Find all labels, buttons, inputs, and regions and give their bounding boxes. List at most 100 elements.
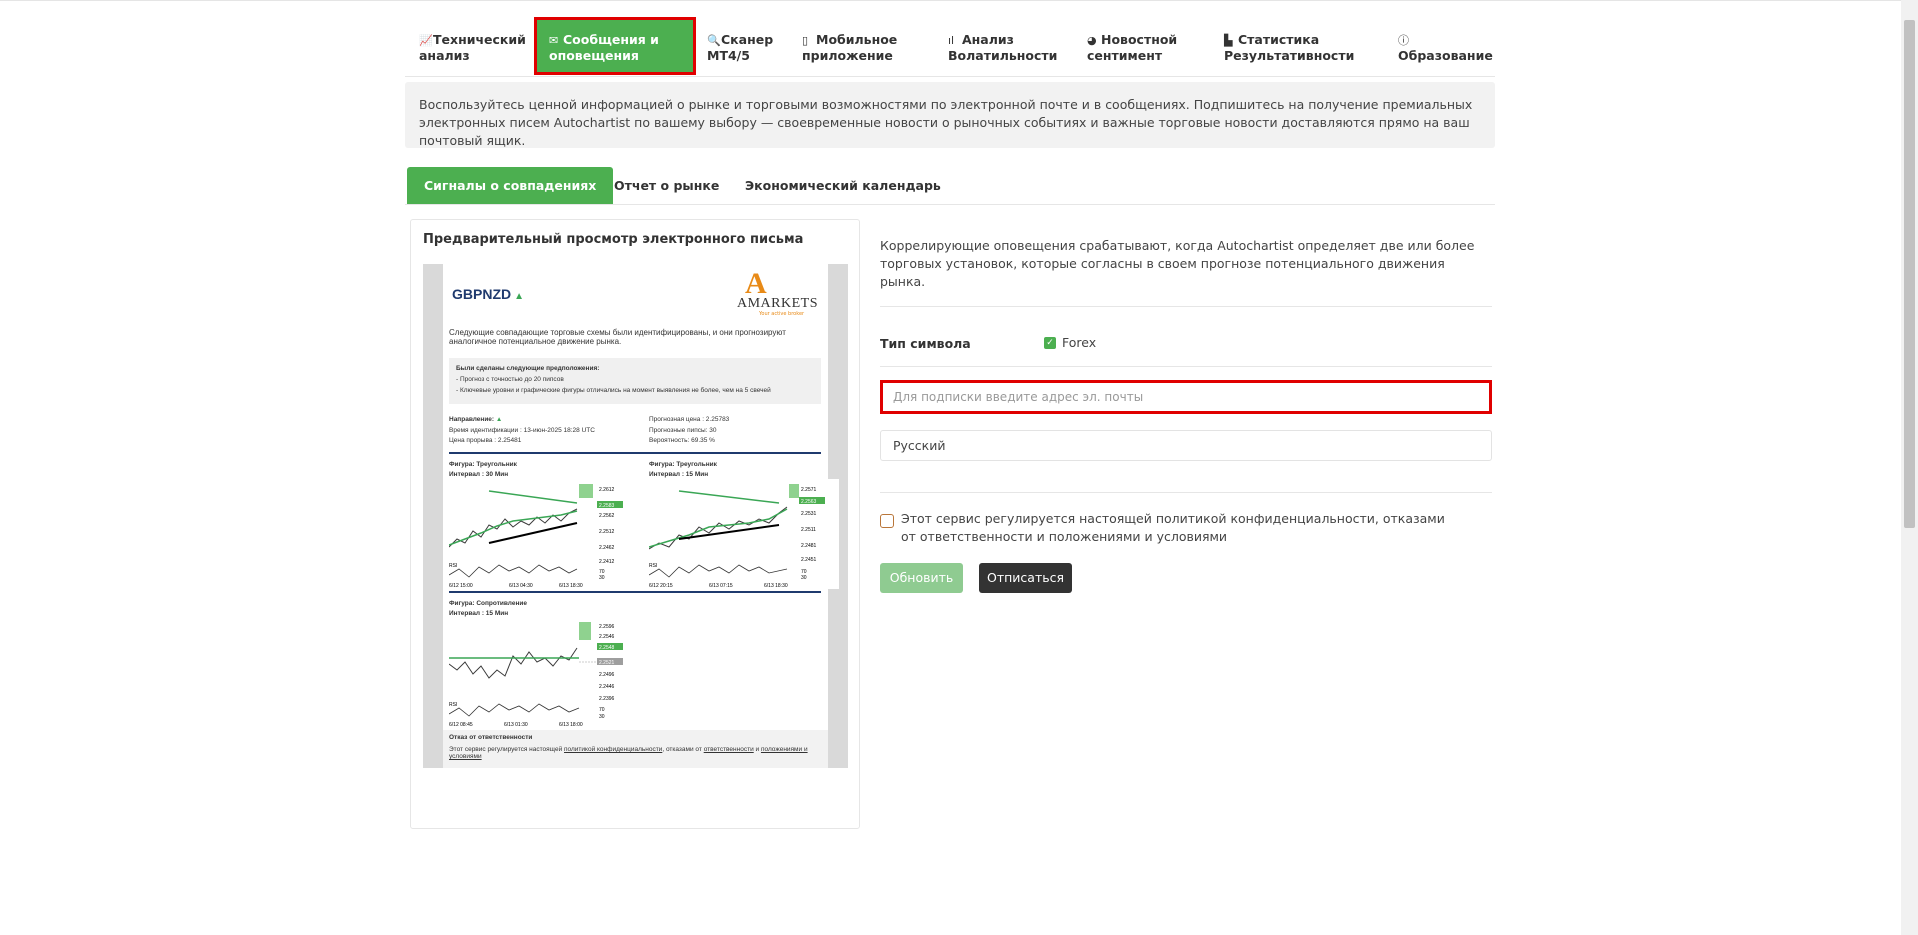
gauge-icon: ◕ <box>1087 34 1097 47</box>
nav-label: Анализ Волатильности <box>948 32 1058 63</box>
svg-text:6/13 04:30: 6/13 04:30 <box>509 583 533 589</box>
liability-link[interactable]: ответственности <box>704 746 754 753</box>
tab-economic-calendar[interactable]: Экономический календарь <box>745 167 941 204</box>
nav-label: Сообщения и оповещения <box>549 32 659 63</box>
svg-text:6/13 18:30: 6/13 18:30 <box>559 583 583 589</box>
divider <box>880 492 1492 493</box>
pair-name: GBPNZD <box>452 286 512 302</box>
svg-text:RSI: RSI <box>449 563 457 569</box>
svg-text:30: 30 <box>599 575 605 581</box>
svg-text:6/12 15:00: 6/12 15:00 <box>449 583 473 589</box>
svg-text:2.2396: 2.2396 <box>599 696 615 702</box>
chart1-interval: Интервал : 30 Мин <box>449 471 509 478</box>
svg-text:2.2562: 2.2562 <box>599 513 615 519</box>
email-input[interactable]: Для подписки введите адрес эл. почты <box>880 380 1492 414</box>
svg-text:30: 30 <box>599 714 605 720</box>
nav-messages-alerts[interactable]: ✉ Сообщения и оповещения <box>534 17 696 75</box>
email-preview: GBPNZD ▲ A AMARKETS Your active broker Сл… <box>423 264 848 768</box>
envelope-icon: ✉ <box>549 34 559 47</box>
svg-text:2.2521: 2.2521 <box>599 660 615 666</box>
svg-text:RSI: RSI <box>449 702 457 708</box>
email-intro: Следующие совпадающие торговые схемы был… <box>449 328 786 346</box>
nav-label: Технический анализ <box>419 32 526 63</box>
svg-text:2.2446: 2.2446 <box>599 684 615 690</box>
nav-label: Статистика Результативности <box>1224 32 1355 63</box>
chart2-pattern: 2.2571 2.2563 2.2531 2.2511 2.2481 2.245… <box>649 479 839 589</box>
ident-time: Время идентификации : 13-июн-2025 18:28 … <box>449 427 595 434</box>
assumption-1: - Прогноз с точностью до 20 пипсов <box>456 376 564 383</box>
chart3-interval: Интервал : 15 Мин <box>449 610 509 617</box>
svg-text:6/13 01:30: 6/13 01:30 <box>504 722 528 728</box>
language-select[interactable]: Русский <box>880 430 1492 461</box>
disclaimer-text: Этот сервис регулируется настоящей полит… <box>449 746 808 760</box>
form-description: Коррелирующие оповещения срабатывают, ко… <box>880 238 1475 289</box>
nav-scanner[interactable]: 🔍Сканер MT4/5 <box>707 17 792 75</box>
svg-text:2.2462: 2.2462 <box>599 545 615 551</box>
email-body: GBPNZD ▲ A AMARKETS Your active broker Сл… <box>443 264 839 768</box>
nav-technical-analysis[interactable]: 📈Технический анализ <box>419 17 529 75</box>
symbol-type-label: Тип символа <box>880 336 971 351</box>
direction-label: Направление: ▲ <box>449 416 503 423</box>
volatility-icon: ıl <box>948 34 955 47</box>
assumption-2: - Ключевые уровни и графические фигуры о… <box>456 387 771 394</box>
mobile-icon: ▯ <box>802 34 809 47</box>
forex-checkbox[interactable]: ✓ <box>1044 337 1056 349</box>
svg-text:2.2511: 2.2511 <box>801 527 816 533</box>
bar-chart-icon: ▙ <box>1224 34 1233 47</box>
svg-text:2.2612: 2.2612 <box>599 487 615 493</box>
svg-text:70: 70 <box>599 707 605 713</box>
svg-text:6/12 08:45: 6/12 08:45 <box>449 722 473 728</box>
email-pair: GBPNZD ▲ <box>452 286 524 302</box>
scrollbar-track[interactable] <box>1901 0 1918 935</box>
tab-market-report[interactable]: Отчет о рынке <box>614 167 719 204</box>
policy-checkbox[interactable] <box>880 514 894 528</box>
nav-performance-stats[interactable]: ▙ Статистика Результативности <box>1224 17 1364 75</box>
breakout-price: Цена прорыва : 2.25481 <box>449 437 522 444</box>
svg-text:2.2596: 2.2596 <box>599 624 615 630</box>
tab-bar: Сигналы о совпадениях Отчет о рынке Экон… <box>405 167 1495 205</box>
search-icon: 🔍 <box>707 34 721 47</box>
forecast-pips: Прогнозные пипсы: 30 <box>649 427 717 434</box>
svg-text:2.2548: 2.2548 <box>599 645 615 651</box>
assumptions-title: Были сделаны следующие предположения: <box>456 365 600 372</box>
nav-label: Новостной сентимент <box>1087 32 1178 63</box>
svg-text:2.2531: 2.2531 <box>801 511 817 517</box>
nav-education[interactable]: ⓘОбразование <box>1398 17 1493 75</box>
up-triangle-icon: ▲ <box>514 291 525 302</box>
forecast-price: Прогнозная цена : 2.25783 <box>649 416 730 423</box>
top-border <box>0 0 1918 1</box>
divider <box>880 366 1492 367</box>
scrollbar-thumb[interactable] <box>1904 20 1915 528</box>
email-divider <box>449 452 821 454</box>
disclaimer-title: Отказ от ответственности <box>449 734 533 741</box>
probability: Вероятность: 69.35 % <box>649 437 715 444</box>
tab-correlation-signals[interactable]: Сигналы о совпадениях <box>407 167 614 204</box>
unsubscribe-button[interactable]: Отписаться <box>979 563 1072 593</box>
info-icon: ⓘ <box>1398 34 1409 47</box>
chart3-label: Фигура: Сопротивление <box>449 600 527 607</box>
svg-text:2.2496: 2.2496 <box>599 672 615 678</box>
privacy-link[interactable]: политикой конфиденциальности <box>564 746 662 753</box>
check-icon: ✓ <box>1046 338 1054 348</box>
nav-mobile-app[interactable]: ▯ Мобильное приложение <box>802 17 912 75</box>
email-divider <box>449 591 821 593</box>
svg-text:2.2451: 2.2451 <box>801 557 817 563</box>
svg-text:2.2583: 2.2583 <box>599 503 615 509</box>
info-banner: Воспользуйтесь ценной информацией о рынк… <box>405 82 1495 148</box>
svg-text:RSI: RSI <box>649 563 657 569</box>
preview-title: Предварительный просмотр электронного пи… <box>423 232 804 247</box>
logo-text: AMARKETS <box>737 296 819 311</box>
line-chart-icon: 📈 <box>419 34 433 47</box>
chart3-pattern: 2.2596 2.2546 2.2548 2.2521 2.2496 2.244… <box>449 618 639 728</box>
nav-news-sentiment[interactable]: ◕ Новостной сентимент <box>1087 17 1197 75</box>
svg-text:2.2412: 2.2412 <box>599 559 615 565</box>
svg-text:2.2512: 2.2512 <box>599 529 615 535</box>
svg-text:6/13 18:00: 6/13 18:00 <box>559 722 583 728</box>
chart2-interval: Интервал : 15 Мин <box>649 471 709 478</box>
svg-text:6/13 07:15: 6/13 07:15 <box>709 583 733 589</box>
update-button[interactable]: Обновить <box>880 563 963 593</box>
forex-label: Forex <box>1062 335 1097 350</box>
svg-text:2.2563: 2.2563 <box>801 499 817 505</box>
chart2-label: Фигура: Треугольник <box>649 461 717 468</box>
nav-volatility[interactable]: ıl Анализ Волатильности <box>948 17 1058 75</box>
